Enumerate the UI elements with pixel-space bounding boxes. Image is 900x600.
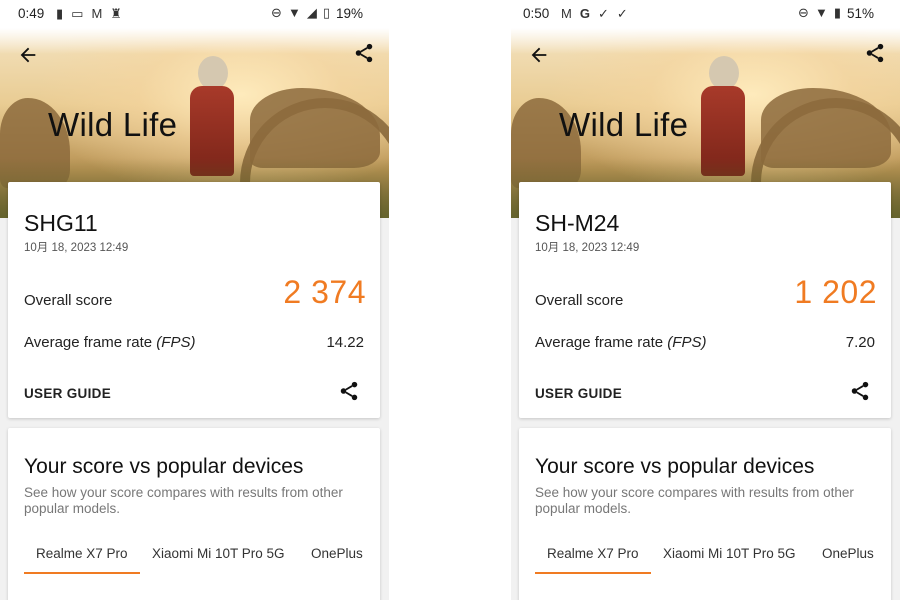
hero-character-head bbox=[709, 56, 739, 90]
compare-card: Your score vs popular devices See how yo… bbox=[8, 428, 380, 600]
fps-label: Average frame rate (FPS) bbox=[24, 334, 195, 351]
phone-screen-right: 0:50 M G ✓ ✓ ⊖ ▼ ▮ 51% Wild Life SH-M24 bbox=[511, 0, 900, 600]
system-icons: ⊖ ▼ ◢ ▯ 19% bbox=[271, 5, 363, 21]
hero-rock-art bbox=[250, 88, 380, 168]
voicemail-icon: ▭ bbox=[71, 6, 84, 21]
compare-card: Your score vs popular devices See how yo… bbox=[519, 428, 891, 600]
overall-score-value: 1 202 bbox=[794, 274, 877, 310]
tab-oneplus[interactable]: OnePlus bbox=[822, 546, 874, 561]
status-bar: 0:49 ▮ ▭ M ♜ ⊖ ▼ ◢ ▯ 19% bbox=[0, 0, 389, 28]
google-icon: G bbox=[579, 6, 590, 21]
share-icon[interactable] bbox=[864, 42, 888, 66]
battery-icon: ▮ bbox=[833, 5, 841, 20]
tab-selected-indicator bbox=[535, 572, 651, 574]
check-icon: ✓ bbox=[616, 6, 628, 21]
status-time: 0:50 bbox=[523, 6, 550, 21]
overall-score-label: Overall score bbox=[24, 292, 113, 309]
fps-unit: (FPS) bbox=[156, 334, 196, 351]
hero-character-head bbox=[198, 56, 228, 90]
benchmark-title: Wild Life bbox=[559, 106, 689, 143]
test-date: 10月 18, 2023 12:49 bbox=[535, 242, 640, 254]
score-card: SH-M24 10月 18, 2023 12:49 Overall score … bbox=[519, 182, 891, 418]
wifi-icon: ▼ bbox=[814, 5, 828, 20]
keyhole-icon: ♜ bbox=[110, 6, 122, 21]
system-icons: ⊖ ▼ ▮ 51% bbox=[798, 5, 874, 21]
tab-selected-indicator bbox=[24, 572, 140, 574]
tab-xiaomi-mi-10t-pro[interactable]: Xiaomi Mi 10T Pro 5G bbox=[152, 546, 285, 561]
battery-icon: ▯ bbox=[322, 5, 330, 20]
status-time: 0:49 bbox=[18, 6, 45, 21]
score-card: SHG11 10月 18, 2023 12:49 Overall score 2… bbox=[8, 182, 380, 418]
fps-value: 14.22 bbox=[326, 334, 364, 351]
battery-percent: 19% bbox=[335, 5, 363, 21]
gmail-icon: M bbox=[91, 6, 103, 21]
fps-value: 7.20 bbox=[845, 334, 875, 351]
do-not-disturb-icon: ⊖ bbox=[798, 5, 809, 20]
notification-icons: ▮ ▭ M ♜ bbox=[56, 6, 122, 22]
compare-title: Your score vs popular devices bbox=[24, 455, 304, 478]
hero-fade bbox=[511, 28, 900, 54]
fps-label-text: Average frame rate bbox=[24, 334, 153, 351]
back-arrow-icon[interactable] bbox=[15, 44, 41, 70]
benchmark-title: Wild Life bbox=[48, 106, 178, 143]
device-tabs: Realme X7 Pro Xiaomi Mi 10T Pro 5G OnePl… bbox=[24, 546, 380, 576]
share-icon[interactable] bbox=[338, 380, 360, 402]
user-guide-link[interactable]: USER GUIDE bbox=[24, 386, 111, 401]
fps-unit: (FPS) bbox=[667, 334, 707, 351]
share-icon[interactable] bbox=[353, 42, 377, 66]
overall-score-value: 2 374 bbox=[283, 274, 366, 310]
hero-rock-art bbox=[761, 88, 891, 168]
back-arrow-icon[interactable] bbox=[526, 44, 552, 70]
compare-subtitle: See how your score compares with results… bbox=[535, 485, 854, 516]
gmail-icon: M bbox=[561, 6, 572, 21]
tab-xiaomi-mi-10t-pro[interactable]: Xiaomi Mi 10T Pro 5G bbox=[663, 546, 796, 561]
signal-icon: ◢ bbox=[306, 5, 317, 20]
test-date: 10月 18, 2023 12:49 bbox=[24, 242, 129, 254]
overall-score-label: Overall score bbox=[535, 292, 624, 309]
fps-label-text: Average frame rate bbox=[535, 334, 664, 351]
notification-icons: M G ✓ ✓ bbox=[561, 6, 628, 22]
fps-label: Average frame rate (FPS) bbox=[535, 334, 706, 351]
check-icon: ✓ bbox=[597, 6, 609, 21]
tab-realme-x7-pro[interactable]: Realme X7 Pro bbox=[36, 546, 128, 561]
hero-fade bbox=[0, 28, 389, 54]
device-name: SHG11 bbox=[24, 210, 98, 236]
user-guide-link[interactable]: USER GUIDE bbox=[535, 386, 622, 401]
compare-subtitle: See how your score compares with results… bbox=[24, 485, 343, 516]
tab-oneplus[interactable]: OnePlus bbox=[311, 546, 363, 561]
share-icon[interactable] bbox=[849, 380, 871, 402]
tab-realme-x7-pro[interactable]: Realme X7 Pro bbox=[547, 546, 639, 561]
wifi-icon: ▼ bbox=[287, 5, 301, 20]
battery-saver-icon: ▮ bbox=[56, 6, 64, 21]
device-name: SH-M24 bbox=[535, 210, 620, 236]
compare-title: Your score vs popular devices bbox=[535, 455, 815, 478]
device-tabs: Realme X7 Pro Xiaomi Mi 10T Pro 5G OnePl… bbox=[535, 546, 891, 576]
battery-percent: 51% bbox=[846, 5, 874, 21]
do-not-disturb-icon: ⊖ bbox=[271, 5, 282, 20]
phone-screen-left: 0:49 ▮ ▭ M ♜ ⊖ ▼ ◢ ▯ 19% Wild Life SHG11… bbox=[0, 0, 389, 600]
status-bar: 0:50 M G ✓ ✓ ⊖ ▼ ▮ 51% bbox=[511, 0, 900, 28]
